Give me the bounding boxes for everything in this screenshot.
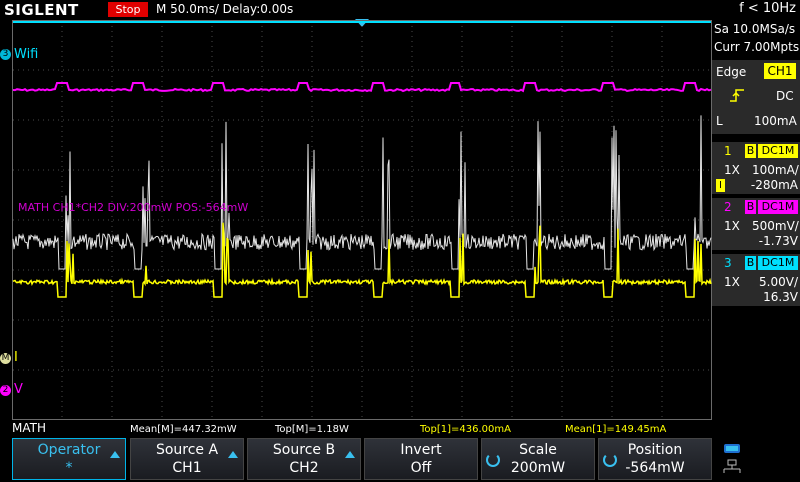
trigger-level-prefix: L [716,114,723,128]
math-trace [12,115,712,270]
ch1-label: I [14,350,18,365]
measurement-top-math: Top[M]=1.18W [275,424,349,435]
ch1-marker[interactable]: M [0,353,11,364]
measurement-top-ch1: Top[1]=436.00mA [420,424,511,435]
softkey-scale[interactable]: Scale 200mW [481,438,595,480]
trigger-source-badge: CH1 [764,63,796,79]
sample-rate: Sa 10.0MSa/s [714,22,796,36]
channel-2-probe: 1X [724,219,740,233]
knob-icon [603,453,617,467]
brand-logo: SIGLENT [4,1,79,19]
channel-1-probe: 1X [724,163,740,177]
grid-lines [13,21,711,419]
channel-3-number: 3 [724,256,732,270]
measurement-mean-ch1: Mean[1]=149.45mA [565,424,667,435]
channel-3-coupling: DC1M [758,256,798,270]
measurement-mean-math: Mean[M]=447.32mW [130,424,237,435]
ch2-marker[interactable]: 2 [0,385,11,396]
channel-2-coupling: DC1M [758,200,798,214]
knob-icon [486,453,500,467]
menu-page-icon[interactable] [716,440,796,478]
softkey-value: * [65,460,73,476]
softkey-source-b[interactable]: Source B CH2 [247,438,361,480]
ch1-trace [12,222,712,298]
run-stop-indicator[interactable]: Stop [108,2,148,17]
softkey-label: Operator [37,442,101,458]
menu-arrow-icon [345,451,355,458]
channel-1-coupling: DC1M [758,144,798,158]
waveform-display[interactable] [0,19,712,421]
measurement-source: MATH [12,421,46,435]
softkey-value: CH1 [172,460,202,476]
channel-2-bw-badge: B [745,200,756,214]
channel-1-marker: I [716,179,725,192]
frequency-counter: f < 10Hz [739,1,796,16]
trigger-level: 100mA [754,114,797,128]
grid-border [12,20,712,420]
math-trace-label: MATH CH1*CH2 DIV:200mW POS:-564mW [18,201,249,214]
softkey-invert[interactable]: Invert Off [364,438,478,480]
ch3-label: Wifi [14,47,39,62]
rising-edge-icon [730,87,744,102]
channel-3-probe: 1X [724,275,740,289]
ch2-label: V [14,382,23,397]
channel-2-scale: 500mV/ [752,219,799,233]
memory-depth: Curr 7.00Mpts [714,40,800,54]
menu-arrow-icon [228,451,238,458]
softkey-value: CH2 [289,460,319,476]
ch3-marker[interactable]: 3 [0,49,11,60]
channel-3-offset: 16.3V [763,290,798,304]
softkey-value: Off [410,460,432,476]
timebase-readout[interactable]: M 50.0ms/ Delay:0.00s [156,2,293,16]
softkey-label: Source B [272,442,336,458]
channel-1-bw-badge: B [745,144,756,158]
channel-3-scale: 5.00V/ [759,275,798,289]
trigger-coupling: DC [776,89,794,103]
channel-3-bw-badge: B [745,256,756,270]
channel-1-offset: -280mA [750,178,798,192]
channel-1-scale: 100mA/ [752,163,799,177]
menu-arrow-icon [110,451,120,458]
trigger-type: Edge [716,65,747,79]
softkey-operator[interactable]: Operator * [12,438,126,480]
softkey-source-a[interactable]: Source A CH1 [130,438,244,480]
softkey-label: Source A [155,442,219,458]
channel-1-number: 1 [724,144,732,158]
channel-2-number: 2 [724,200,732,214]
softkey-label: Invert [400,442,442,458]
channel-2-offset: -1.73V [758,234,798,248]
softkey-position[interactable]: Position -564mW [598,438,712,480]
